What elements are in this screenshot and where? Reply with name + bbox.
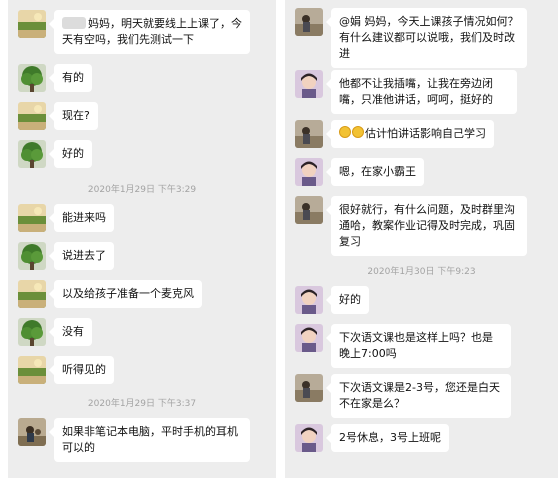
- message-bubble: 听得见的: [49, 356, 114, 384]
- message-bubble: 估计怕讲话影响自己学习: [326, 120, 494, 148]
- landscape-avatar-icon: [18, 10, 46, 38]
- avatar-teacher-landscape[interactable]: [18, 10, 46, 38]
- landscape-avatar-icon: [18, 204, 46, 232]
- message-bubble: 嗯，在家小霸王: [326, 158, 424, 186]
- chat-panel-right: @娟 妈妈，今天上课孩子情况如何？有什么建议都可以说哦，我们及时改进 他都不让我…: [285, 0, 558, 478]
- tree-avatar-icon: [18, 242, 46, 270]
- message-bubble: 好的: [49, 140, 92, 168]
- redacted-name: [62, 17, 86, 29]
- message-bubble: 能进来吗: [49, 204, 114, 232]
- tree-avatar-icon: [18, 140, 46, 168]
- message-bubble: 以及给孩子准备一个麦克风: [49, 280, 202, 308]
- avatar-parent-child[interactable]: [295, 70, 323, 98]
- person-photo-avatar-icon: [295, 120, 323, 148]
- child-photo-avatar-icon: [295, 286, 323, 314]
- message-bubble: 他都不让我插嘴，让我在旁边闭嘴，只准他讲话，呵呵，挺好的: [326, 70, 517, 114]
- avatar-teacher-photo[interactable]: [295, 196, 323, 224]
- message-bubble: 说进去了: [49, 242, 114, 270]
- avatar-parent-child[interactable]: [295, 286, 323, 314]
- avatar-teacher-photo[interactable]: [295, 8, 323, 36]
- message-bubble: 没有: [49, 318, 92, 346]
- person-photo-avatar-icon: [18, 418, 46, 446]
- tree-avatar-icon: [18, 318, 46, 346]
- landscape-avatar-icon: [18, 280, 46, 308]
- avatar-teacher-landscape[interactable]: [18, 204, 46, 232]
- child-photo-avatar-icon: [295, 70, 323, 98]
- avatar-parent-child[interactable]: [295, 324, 323, 352]
- message-bubble: 2号休息，3号上班呢: [326, 424, 449, 452]
- message-bubble: 妈妈，明天就要线上上课了，今天有空吗，我们先测试一下: [49, 10, 250, 54]
- avatar-teacher-landscape[interactable]: [18, 280, 46, 308]
- landscape-avatar-icon: [18, 356, 46, 384]
- smile-emoji-icon: [352, 126, 364, 138]
- person-photo-avatar-icon: [295, 196, 323, 224]
- landscape-avatar-icon: [18, 102, 46, 130]
- message-bubble: 下次语文课也是这样上吗？也是晚上7:00吗: [326, 324, 511, 368]
- avatar-parent-child[interactable]: [295, 424, 323, 452]
- avatar-teacher-landscape[interactable]: [18, 356, 46, 384]
- avatar-teacher-photo[interactable]: [295, 120, 323, 148]
- message-bubble: 很好就行，有什么问题，及时群里沟通哈，教案作业记得及时完成，巩固复习: [326, 196, 527, 256]
- child-photo-avatar-icon: [295, 158, 323, 186]
- smile-emoji-icon: [339, 126, 351, 138]
- timestamp: 2020年1月29日 下午3:29: [87, 185, 197, 195]
- avatar-teacher-landscape[interactable]: [18, 102, 46, 130]
- timestamp: 2020年1月30日 下午9:23: [367, 267, 476, 277]
- message-bubble: 有的: [49, 64, 92, 92]
- avatar-parent-child[interactable]: [295, 158, 323, 186]
- timestamp: 2020年1月29日 下午3:37: [87, 399, 197, 409]
- avatar-parent-tree[interactable]: [18, 64, 46, 92]
- person-photo-avatar-icon: [295, 374, 323, 402]
- message-bubble: 下次语文课是2-3号，您还是白天不在家是么？: [326, 374, 511, 418]
- message-bubble: 好的: [326, 286, 369, 314]
- avatar-parent-tree[interactable]: [18, 242, 46, 270]
- child-photo-avatar-icon: [295, 324, 323, 352]
- avatar-parent-photo[interactable]: [18, 418, 46, 446]
- message-bubble: 现在?: [49, 102, 98, 130]
- message-bubble: 如果非笔记本电脑，平时手机的耳机可以的: [49, 418, 250, 462]
- chat-panel-left: 妈妈，明天就要线上上课了，今天有空吗，我们先测试一下 有的 现在? 好的 202…: [8, 0, 276, 478]
- person-photo-avatar-icon: [295, 8, 323, 36]
- tree-avatar-icon: [18, 64, 46, 92]
- avatar-parent-tree[interactable]: [18, 140, 46, 168]
- child-photo-avatar-icon: [295, 424, 323, 452]
- message-bubble: @娟 妈妈，今天上课孩子情况如何？有什么建议都可以说哦，我们及时改进: [326, 8, 527, 68]
- avatar-parent-tree[interactable]: [18, 318, 46, 346]
- avatar-teacher-photo[interactable]: [295, 374, 323, 402]
